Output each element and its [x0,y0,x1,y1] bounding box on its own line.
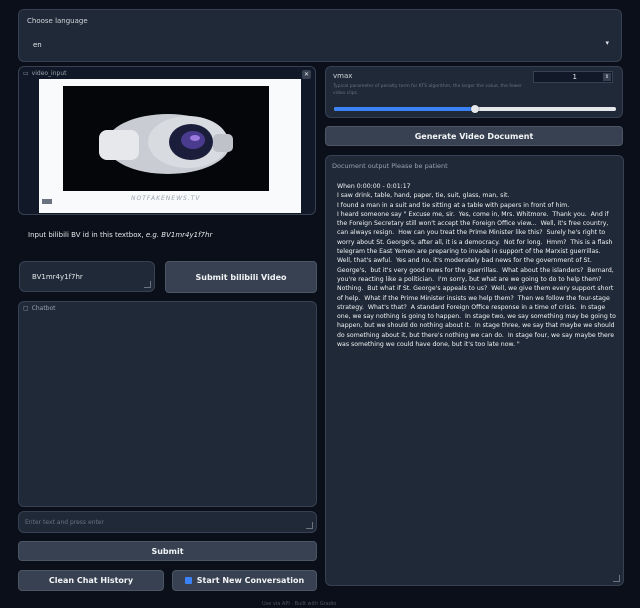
close-icon[interactable]: ✕ [302,70,311,79]
document-output-panel: Document output Please be patient When 0… [325,155,624,586]
chat-input-field[interactable]: Enter text and press enter [18,511,317,533]
language-value: en [33,41,42,49]
chatbot-panel: ▢ Chatbot [18,301,317,507]
bv-input-value: BV1mr4y1f7hr [32,273,83,281]
bv-hint-example: e.g. BV1mr4y1f7hr [145,231,213,239]
chat-input-placeholder: Enter text and press enter [25,519,104,526]
video-input-label-tag: ▭ video_input [23,70,67,77]
submit-video-button[interactable]: Submit bilibili Video [165,261,317,293]
resize-handle-icon[interactable] [306,522,313,529]
resize-handle-icon[interactable] [613,575,620,582]
language-label: Choose language [27,17,88,25]
vmax-label: vmax [333,72,353,80]
start-new-conversation-button[interactable]: Start New Conversation [172,570,317,591]
vmax-value: 1 [572,73,577,81]
language-panel: Choose language en ▾ [18,9,622,62]
resize-handle-icon[interactable] [144,281,151,288]
vr-headset-image [99,114,233,174]
stepper-icon[interactable]: ⇕ [603,73,611,81]
bv-hint: Input bilibili BV id in this textbox, e.… [28,231,213,239]
video-watermark: NOTFAKENEWS.TV [131,195,201,202]
generate-video-document-button[interactable]: Generate Video Document [325,126,623,146]
bv-input-field[interactable]: BV1mr4y1f7hr [19,261,155,292]
video-progress-badge [42,199,52,204]
vmax-description: Typical parameter of penalty term for KT… [333,84,522,96]
video-player[interactable]: NOTFAKENEWS.TV [39,79,301,213]
video-input-panel: ▭ video_input ✕ NOTFAKENEWS.TV [18,66,316,215]
video-icon: ▭ [23,70,29,77]
chevron-down-icon: ▾ [605,39,609,47]
conversation-icon [184,577,192,584]
vmax-slider-handle[interactable] [471,105,479,113]
footer: Use via API · Built with Gradio [262,601,337,607]
clean-chat-history-button[interactable]: Clean Chat History [18,570,164,591]
chatbot-label-tag: ▢ Chatbot [23,305,56,312]
vmax-slider-fill [334,107,475,111]
submit-button[interactable]: Submit [18,541,317,561]
document-output-text[interactable]: When 0:00:00 - 0:01:17 I saw drink, tabl… [337,182,619,349]
vmax-slider[interactable] [334,105,616,113]
language-dropdown[interactable]: en ▾ [27,35,613,55]
document-output-label: Document output Please be patient [332,162,448,170]
vmax-panel: vmax 1 ⇕ Typical parameter of penalty te… [325,66,623,118]
video-frame [63,86,269,191]
vmax-number-input[interactable]: 1 ⇕ [533,71,613,83]
chat-icon: ▢ [23,305,29,312]
